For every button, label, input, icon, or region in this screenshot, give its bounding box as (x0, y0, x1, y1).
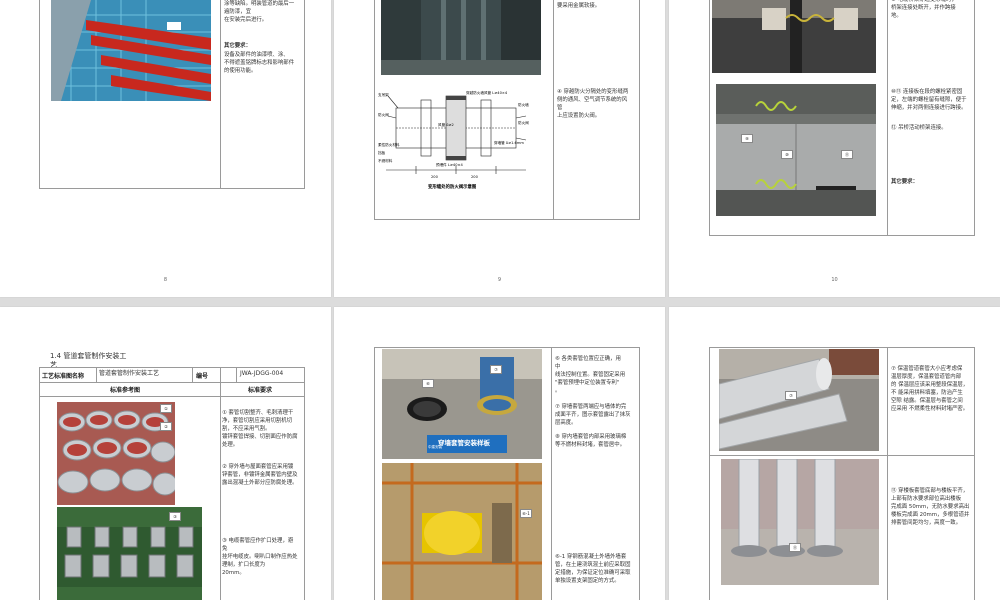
photo-tag: ① (160, 404, 172, 413)
item-6-1: ⑥-1 穿钢筋混凝土外墙外墙套 管，在土建浇筑混土前应采取固 定措施，为保证定位… (555, 554, 631, 584)
cable-tray-photo: ⑨ ⑩ ⑪ (716, 84, 876, 216)
pool-pipes-photo (51, 0, 211, 101)
item-7: ⑦ 穿墙套管两端应与墙体的完 成面平齐，图示套管露出了抹灰 层高度。 (555, 404, 631, 426)
name-label: 工艺标准图名称 (42, 373, 85, 380)
photo-tag: ⑪ (789, 543, 801, 552)
item-12: ⑫ 吊桥活动桥架连接。 (891, 125, 947, 131)
photo-tag: ⑥-1 (520, 509, 532, 518)
pipe-sleeves-photo: ① ② (57, 402, 175, 505)
photo-tag: ⑦ (490, 365, 502, 374)
photo-tag: ⑨ (741, 134, 753, 143)
duct-photo (381, 0, 541, 75)
diagram-label: 挡板 (378, 150, 386, 155)
requirements-title: 其它要求： (891, 179, 918, 185)
diagram-caption: 变形缝处的防火阀示意图 (428, 183, 477, 190)
photo-tag: ⑥ (422, 379, 434, 388)
top-text: 要采用金属软接。 (557, 3, 601, 9)
side-text: 涂等缺陷。明装管道的最后一 遍防漆，宜 在安装完后进行。 (224, 1, 295, 23)
page-number: 10 (831, 277, 838, 283)
item-7b: ⑦ 保温管道套管大小应考虑保 温层厚度，保温套管道管内部 的 保温层应该采用整段… (891, 366, 969, 412)
document-page-sleeve-2: ⑥ ⑦ 穿墙套管安装样板 中建安装 ⑥-1 ⑥ 各类套管位置应正确，用 中 线法… (334, 307, 665, 600)
req-label: 标准要求 (248, 387, 273, 394)
document-page-8: 涂等缺陷。明装管道的最后一 遍防漆，宜 在安装完后进行。 其它要求： 设备及部件… (0, 0, 331, 297)
page-number: 9 (497, 277, 502, 283)
floor-pipes-photo: ⑪ (721, 459, 879, 585)
diagram-label: 防火阀 (378, 112, 389, 117)
document-page-sleeve-1: 1.4 管道套管制作安装工 艺 工艺标准图名称 管道套管制作安装工艺 编号 JW… (0, 307, 331, 600)
diagram-label: 穿墙管 δ≥1.6mm (494, 140, 524, 145)
photo-tag: ⑩ (781, 150, 793, 159)
diagram-label: 200 (471, 175, 479, 179)
floor-sleeve-photo: ⑥ ⑦ 穿墙套管安装样板 中建安装 (382, 349, 542, 459)
document-page-9: 要采用金属软接。 支吊架 防火阀 穿越防火墙风管 L≥40×4 防火墙 风管 δ… (334, 0, 665, 297)
diagram-label: 支吊架 (378, 92, 389, 97)
document-page-sleeve-3: ⑦ ⑪ ⑦ 保温管道套管大小应考虑保 温层厚度，保温套管道管内部 的 保温层应该… (669, 307, 1000, 600)
sample-banner: 穿墙套管安装样板 (438, 439, 490, 447)
banner-small: 中建安装 (428, 445, 442, 449)
wall-sleeve-photo: ⑥-1 (382, 463, 542, 600)
item-2: ② 穿外墙与屋面套管应采用镀 锌套管，非镀锌金属套管内壁及 露出混凝土外部分应防… (222, 464, 298, 486)
requirements-text: 设备及部件的油漆喷、涂、 不得遮盖铭牌标志和影响部件 的使用功能。 (224, 52, 295, 74)
photo-tag: ② (160, 422, 172, 431)
diagram-label: 风管 δ≥2 (438, 122, 454, 127)
code-value: JWA-JDGG-004 (240, 370, 284, 377)
diagram-label: 预埋件 L≥40×4 (436, 162, 464, 167)
item-10-11: ⑩⑪ 连接板在段的螺栓紧密固 定，左端的螺栓留有缝隙，便于 伸缩，并对两侧连接进… (891, 89, 967, 111)
item-8: ⑧ 穿内墙套管内部采用玻璃棉 等不燃材料封堵，套管居中。 (555, 434, 627, 448)
diagram-label: 200 (431, 175, 439, 179)
diagram-label: 防火墙 (518, 102, 529, 107)
code-label: 编号 (196, 373, 209, 380)
diagram-label: 穿越防火墙风管 L≥40×4 (466, 90, 508, 95)
diagram-label: 不燃材料 (378, 158, 393, 163)
photo-tag: ⑪ (841, 150, 853, 159)
item-4: ④ 穿越防火分隔处的变形缝两 侧的通风、空气调节系统的风 管 上应设置防火阀。 (557, 89, 629, 119)
fire-damper-diagram: 支吊架 防火阀 穿越防火墙风管 L≥40×4 防火墙 风管 δ≥2 穿墙管 δ≥… (376, 88, 536, 194)
item-11: ⑪ 穿楼板套管底部与楼板平齐， 上部有防水要求部位高出楼板 完成面 50mm，无… (891, 488, 970, 526)
item-3: ③ 电缆套管应作扩口处理，避 免 挂坏电缆皮。喇叭口制作应热处 理制，扩口长度为… (222, 538, 298, 576)
ref-label: 标准参考图 (110, 387, 141, 394)
document-page-10: ⑨ ⑩ ⑪ ⑨ 电缆桥架穿越变形缝时， 桥架连接处断开，并作跨接 地。 ⑩⑪ 连… (669, 0, 1000, 297)
photo-tag: ③ (169, 512, 181, 521)
item-6: ⑥ 各类套管位置应正确，用 中 线法控制位置。套管固定采用 "套管预埋中定位装置… (555, 356, 626, 394)
diagram-label: 柔性防火材料 (378, 142, 400, 147)
cable-clamp-photo (712, 0, 876, 73)
item-9: ⑨ 电缆桥架穿越变形缝时， 桥架连接处断开，并作跨接 地。 (891, 0, 957, 19)
requirements-title: 其它要求： (224, 43, 251, 49)
photo-tag: ⑦ (785, 391, 797, 400)
name-value: 管道套管制作安装工艺 (99, 370, 160, 377)
sleeve-plate-photo: ③ (57, 507, 202, 600)
insulated-pipes-photo: ⑦ (719, 349, 879, 451)
item-1: ① 套管切割整齐、毛刺清理干 净，套管切割应采用切割机切 割，不应采用气割。 镀… (222, 410, 298, 448)
diagram-label: 防火阀 (518, 120, 529, 125)
page-number: 8 (163, 277, 168, 283)
